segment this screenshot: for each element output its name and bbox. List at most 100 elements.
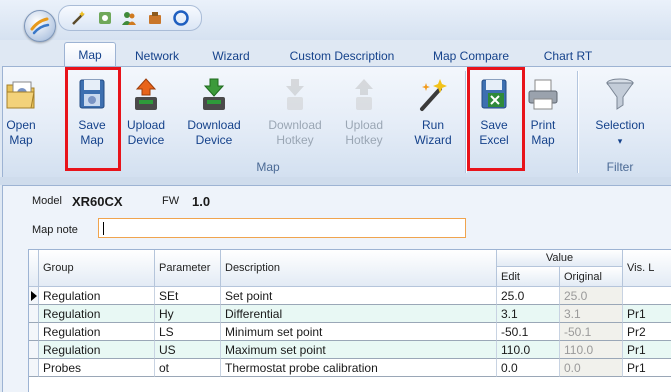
cell-vis[interactable]: Pr2 <box>623 323 671 341</box>
cell-group[interactable]: Regulation <box>39 341 155 359</box>
selection-label: Selection <box>595 118 645 132</box>
current-row-arrow-icon <box>31 291 37 301</box>
cell-parameter[interactable]: LS <box>155 323 221 341</box>
map-note-input[interactable] <box>98 218 466 238</box>
cell-group[interactable]: Regulation <box>39 323 155 341</box>
panel-divider <box>0 177 671 185</box>
download-label-line1: Download <box>187 118 241 132</box>
cell-edit[interactable]: 0.0 <box>497 359 560 377</box>
run-wizard-button[interactable]: Run Wizard <box>411 73 455 153</box>
row-selector[interactable] <box>29 287 39 305</box>
cell-vis[interactable] <box>623 287 671 305</box>
tab-custom-description[interactable]: Custom Description <box>279 46 405 66</box>
row-selector[interactable] <box>29 359 39 377</box>
group-separator <box>577 71 578 173</box>
download-hotkey-label-line2: Hotkey <box>276 133 314 147</box>
cell-original: 25.0 <box>560 287 623 305</box>
cell-description[interactable]: Maximum set point <box>221 341 497 359</box>
cell-original: 110.0 <box>560 341 623 359</box>
settings-icon[interactable] <box>97 10 113 26</box>
cell-parameter[interactable]: Hy <box>155 305 221 323</box>
table-row[interactable]: Probes ot Thermostat probe calibration 0… <box>29 359 671 377</box>
cell-description[interactable]: Thermostat probe calibration <box>221 359 497 377</box>
cell-group[interactable]: Regulation <box>39 305 155 323</box>
cell-description[interactable]: Minimum set point <box>221 323 497 341</box>
download-device-icon <box>203 78 225 110</box>
column-header-value: Value <box>497 250 623 267</box>
highlight-box-save-excel <box>467 67 525 171</box>
cell-vis[interactable]: Pr1 <box>623 305 671 323</box>
cell-edit[interactable]: 3.1 <box>497 305 560 323</box>
selection-dropdown-button[interactable]: Selection ▾ <box>587 73 653 153</box>
run-label-line2: Wizard <box>414 133 452 147</box>
cell-parameter[interactable]: US <box>155 341 221 359</box>
row-header-corner <box>29 250 39 287</box>
ribbon-tabs: Map Network Wizard Custom Description Ma… <box>0 40 671 67</box>
tab-wizard[interactable]: Wizard <box>205 46 257 66</box>
row-selector[interactable] <box>29 341 39 359</box>
cell-group[interactable]: Probes <box>39 359 155 377</box>
upload-device-icon <box>135 78 157 110</box>
cell-parameter[interactable]: SEt <box>155 287 221 305</box>
ribbon-group-filter-label: Filter <box>606 160 634 174</box>
upload-device-button[interactable]: Upload Device <box>121 73 171 153</box>
tab-chart-rt[interactable]: Chart RT <box>537 46 599 66</box>
model-value: XR60CX <box>72 194 123 209</box>
column-header-parameter[interactable]: Parameter <box>155 250 221 287</box>
table-row[interactable]: Regulation LS Minimum set point -50.1 -5… <box>29 323 671 341</box>
cell-vis[interactable]: Pr1 <box>623 341 671 359</box>
cell-original: 3.1 <box>560 305 623 323</box>
download-hotkey-button[interactable]: Download Hotkey <box>261 73 329 153</box>
funnel-icon <box>606 78 634 110</box>
wizard-wand-icon[interactable] <box>71 10 87 26</box>
cell-edit[interactable]: 25.0 <box>497 287 560 305</box>
print-map-button[interactable]: Print Map <box>525 73 561 153</box>
column-header-group[interactable]: Group <box>39 250 155 287</box>
highlight-box-save-map <box>65 67 121 171</box>
map-note-label: Map note <box>32 224 78 236</box>
column-header-vis[interactable]: Vis. L <box>623 250 671 287</box>
row-selector[interactable] <box>29 305 39 323</box>
upload-hotkey-icon <box>355 79 373 110</box>
cell-original: 0.0 <box>560 359 623 377</box>
cell-edit[interactable]: -50.1 <box>497 323 560 341</box>
upload-label-line2: Device <box>127 133 165 147</box>
group-separator <box>465 71 466 173</box>
table-row[interactable]: Regulation SEt Set point 25.0 25.0 <box>29 287 671 305</box>
open-map-icon <box>6 81 35 109</box>
cell-description[interactable]: Set point <box>221 287 497 305</box>
print-label-line1: Print <box>530 118 556 132</box>
info-circle-icon[interactable] <box>173 10 189 26</box>
download-hotkey-label-line1: Download <box>268 118 322 132</box>
download-label-line2: Device <box>195 133 233 147</box>
application-menu-button[interactable] <box>24 10 56 42</box>
tab-network[interactable]: Network <box>128 46 186 66</box>
run-label-line1: Run <box>421 118 444 132</box>
column-header-description[interactable]: Description <box>221 250 497 287</box>
fw-value: 1.0 <box>192 194 211 209</box>
open-map-button[interactable]: Open Map <box>3 73 39 153</box>
users-icon[interactable] <box>121 10 137 26</box>
download-device-button[interactable]: Download Device <box>181 73 247 153</box>
cell-group[interactable]: Regulation <box>39 287 155 305</box>
column-header-original[interactable]: Original <box>560 267 623 287</box>
row-selector[interactable] <box>29 323 39 341</box>
open-label-line2: Map <box>9 133 33 147</box>
upload-label-line1: Upload <box>126 118 166 132</box>
parameter-table: Group Parameter Description Value Edit O… <box>28 249 671 392</box>
magic-wand-icon <box>420 79 447 111</box>
cell-parameter[interactable]: ot <box>155 359 221 377</box>
cell-edit[interactable]: 110.0 <box>497 341 560 359</box>
download-hotkey-icon <box>286 79 304 110</box>
cell-vis[interactable]: Pr1 <box>623 359 671 377</box>
tab-map-compare[interactable]: Map Compare <box>425 46 517 66</box>
printer-icon <box>528 79 558 110</box>
tab-map[interactable]: Map <box>64 42 116 67</box>
column-header-edit[interactable]: Edit <box>497 267 560 287</box>
table-row[interactable]: Regulation US Maximum set point 110.0 11… <box>29 341 671 359</box>
cell-description[interactable]: Differential <box>221 305 497 323</box>
table-row[interactable]: Regulation Hy Differential 3.1 3.1 Pr1 <box>29 305 671 323</box>
ribbon-group-map-label: Map <box>256 160 280 174</box>
device-icon[interactable] <box>147 10 163 26</box>
upload-hotkey-button[interactable]: Upload Hotkey <box>337 73 391 153</box>
